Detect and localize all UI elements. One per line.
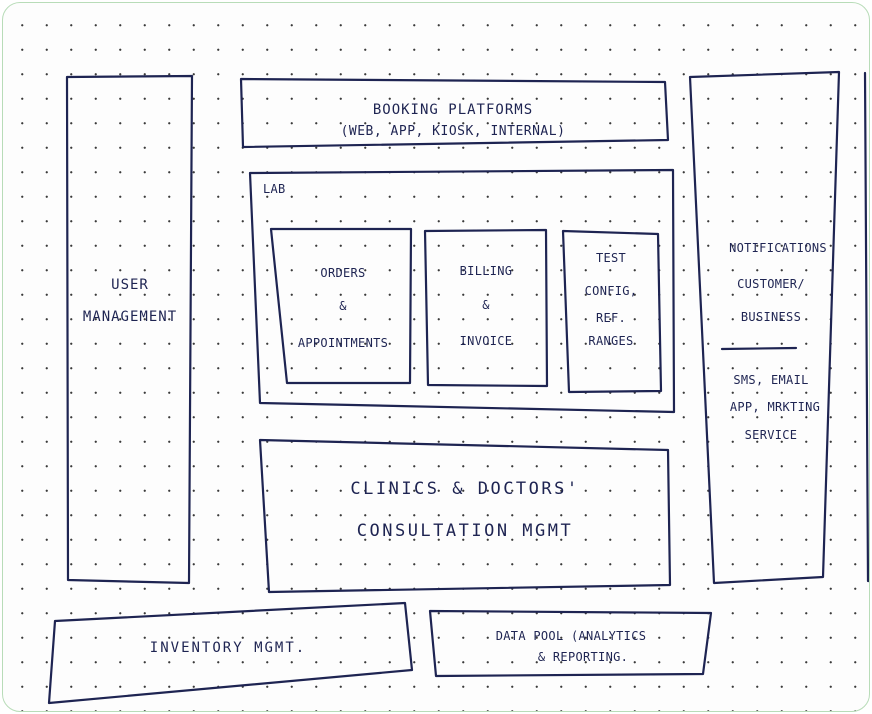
clinics-line1: CLINICS & DOCTORS' xyxy=(350,479,580,499)
notifications-line3: BUSINESS xyxy=(740,310,802,324)
booking-platforms-title: BOOKING PLATFORMS xyxy=(372,102,534,118)
data-pool-box xyxy=(428,609,713,678)
data-pool-line1: DATA POOL (ANALYTICS xyxy=(495,629,647,643)
billing-line3: INVOICE xyxy=(459,334,513,348)
notifications-box xyxy=(688,70,841,585)
clinics-line2: CONSULTATION MGMT xyxy=(356,521,574,541)
lab-title: LAB xyxy=(263,182,286,196)
orders-line2: & xyxy=(339,299,347,313)
booking-platforms-subtitle: (WEB, APP, KIOSK, INTERNAL) xyxy=(340,124,566,139)
billing-line1: BILLING xyxy=(459,264,513,278)
notifications-divider xyxy=(720,346,798,351)
notifications-line1: NOTIFICATIONS xyxy=(729,241,827,255)
data-pool-line2: & REPORTING. xyxy=(537,650,629,664)
notifications-line6: SERVICE xyxy=(744,428,798,442)
edge-partial-box xyxy=(863,71,869,583)
notifications-line5: APP, MRKTING xyxy=(729,400,821,414)
test-config-line2: CONFIG, xyxy=(584,284,638,298)
orders-line1: ORDERS xyxy=(320,266,366,280)
inventory-label: INVENTORY MGMT. xyxy=(149,640,307,656)
notifications-line4: SMS, EMAIL xyxy=(733,373,809,387)
clinics-box xyxy=(258,438,672,594)
test-config-line4: RANGES xyxy=(588,334,634,348)
billing-line2: & xyxy=(482,298,490,312)
test-config-line3: REF. xyxy=(595,311,627,325)
sketch-canvas: USER MANAGEMENT BOOKING PLATFORMS (WEB, … xyxy=(2,2,870,712)
test-config-line1: TEST xyxy=(595,251,627,265)
notifications-line2: CUSTOMER/ xyxy=(737,277,805,291)
orders-line3: APPOINTMENTS xyxy=(297,336,389,350)
user-management-label: USER MANAGEMENT xyxy=(82,277,178,326)
